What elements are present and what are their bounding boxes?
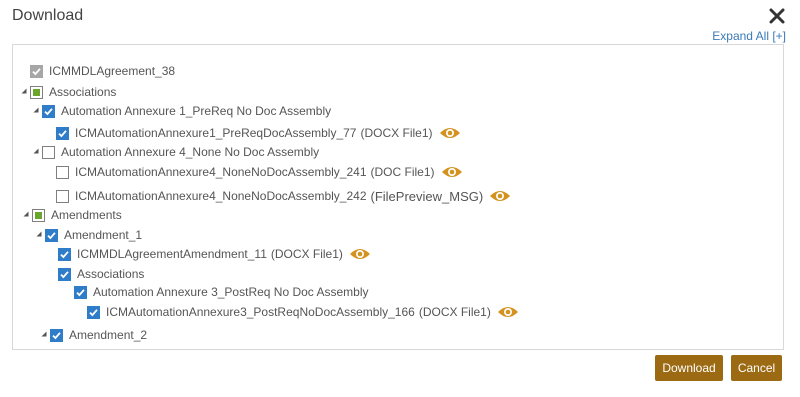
- tree-node[interactable]: Amendment_1: [45, 226, 142, 244]
- tree-checkbox[interactable]: [58, 267, 71, 281]
- eye-icon[interactable]: [349, 247, 371, 261]
- tree-checkbox[interactable]: [30, 85, 43, 99]
- tree-checkbox[interactable]: [45, 228, 58, 242]
- file-type-label: (DOCX File1): [360, 126, 433, 140]
- file-type-label: (DOC File1): [370, 165, 435, 179]
- expand-toggle-icon[interactable]: [31, 146, 41, 156]
- tree-node[interactable]: Amendment_2: [50, 326, 147, 344]
- tree-checkbox[interactable]: [87, 305, 100, 319]
- tree-checkbox[interactable]: [50, 328, 63, 342]
- expand-toggle-icon[interactable]: [19, 86, 29, 96]
- tree-checkbox: [30, 64, 43, 78]
- tree-node-label: ICMAutomationAnnexure1_PreReqDocAssembly…: [75, 126, 357, 140]
- tree-node[interactable]: ICMAutomationAnnexure4_NoneNoDocAssembly…: [56, 163, 463, 181]
- tree-node-label: Automation Annexure 1_PreReq No Doc Asse…: [61, 104, 332, 118]
- tree-node[interactable]: ICMAutomationAnnexure4_NoneNoDocAssembly…: [56, 187, 511, 205]
- eye-icon[interactable]: [441, 165, 463, 179]
- tree-node-label: ICMAutomationAnnexure4_NoneNoDocAssembly…: [75, 165, 367, 179]
- tree-checkbox[interactable]: [32, 208, 45, 222]
- cancel-button[interactable]: Cancel: [731, 355, 782, 381]
- dialog-title: Download: [12, 7, 84, 24]
- expand-toggle-icon[interactable]: [31, 105, 41, 115]
- tree-checkbox[interactable]: [42, 145, 55, 159]
- tree-node-label: Automation Annexure 4_None No Doc Assemb…: [61, 145, 320, 159]
- tree-checkbox[interactable]: [58, 247, 71, 261]
- tree-node[interactable]: Automation Annexure 4_None No Doc Assemb…: [42, 143, 319, 161]
- eye-icon[interactable]: [439, 126, 461, 140]
- tree-node[interactable]: Automation Annexure 1_PreReq No Doc Asse…: [42, 102, 331, 120]
- tree-checkbox[interactable]: [56, 165, 69, 179]
- tree-checkbox[interactable]: [56, 126, 69, 140]
- tree-node-label: Associations: [77, 267, 145, 281]
- file-type-label: (DOCX File1): [270, 247, 343, 261]
- tree-node-label: ICMAutomationAnnexure4_NoneNoDocAssembly…: [75, 189, 367, 203]
- expand-toggle-icon[interactable]: [39, 329, 49, 339]
- tree-node[interactable]: Amendments: [32, 206, 122, 224]
- tree-node-label: ICMMDLAgreement_38: [49, 64, 176, 78]
- file-type-label: (FilePreview_MSG): [370, 188, 484, 204]
- eye-icon[interactable]: [497, 305, 519, 319]
- tree-checkbox[interactable]: [56, 189, 69, 203]
- tree-node-label: ICMMDLAgreementAmendment_11: [77, 247, 267, 261]
- tree-node-label: Amendments: [51, 208, 122, 222]
- tree-checkbox[interactable]: [42, 104, 55, 118]
- tree-node-label: Amendment_2: [69, 328, 148, 342]
- tree-node-label: ICMAutomationAnnexure3_PostReqNoDocAssem…: [106, 305, 415, 319]
- tree-node[interactable]: ICMAutomationAnnexure1_PreReqDocAssembly…: [56, 124, 461, 142]
- close-icon[interactable]: [765, 4, 789, 28]
- tree-node-label: Automation Annexure 3_PostReq No Doc Ass…: [93, 285, 369, 299]
- eye-icon[interactable]: [489, 189, 511, 203]
- tree-node[interactable]: ICMAutomationAnnexure3_PostReqNoDocAssem…: [87, 303, 519, 321]
- download-button[interactable]: Download: [655, 355, 723, 381]
- expand-all-link[interactable]: Expand All [+]: [712, 29, 786, 43]
- tree-node-label: Associations: [49, 85, 117, 99]
- tree-node[interactable]: ICMMDLAgreement_38: [30, 62, 175, 80]
- tree-checkbox[interactable]: [74, 285, 87, 299]
- tree-node-label: Amendment_1: [64, 228, 143, 242]
- file-type-label: (DOCX File1): [418, 305, 491, 319]
- tree-node[interactable]: Associations: [58, 265, 144, 283]
- tree-node[interactable]: ICMMDLAgreementAmendment_11 (DOCX File1): [58, 245, 371, 263]
- expand-toggle-icon[interactable]: [21, 209, 31, 219]
- expand-toggle-icon[interactable]: [34, 229, 44, 239]
- tree-node[interactable]: Automation Annexure 3_PostReq No Doc Ass…: [74, 283, 368, 301]
- tree-node[interactable]: Associations: [30, 83, 116, 101]
